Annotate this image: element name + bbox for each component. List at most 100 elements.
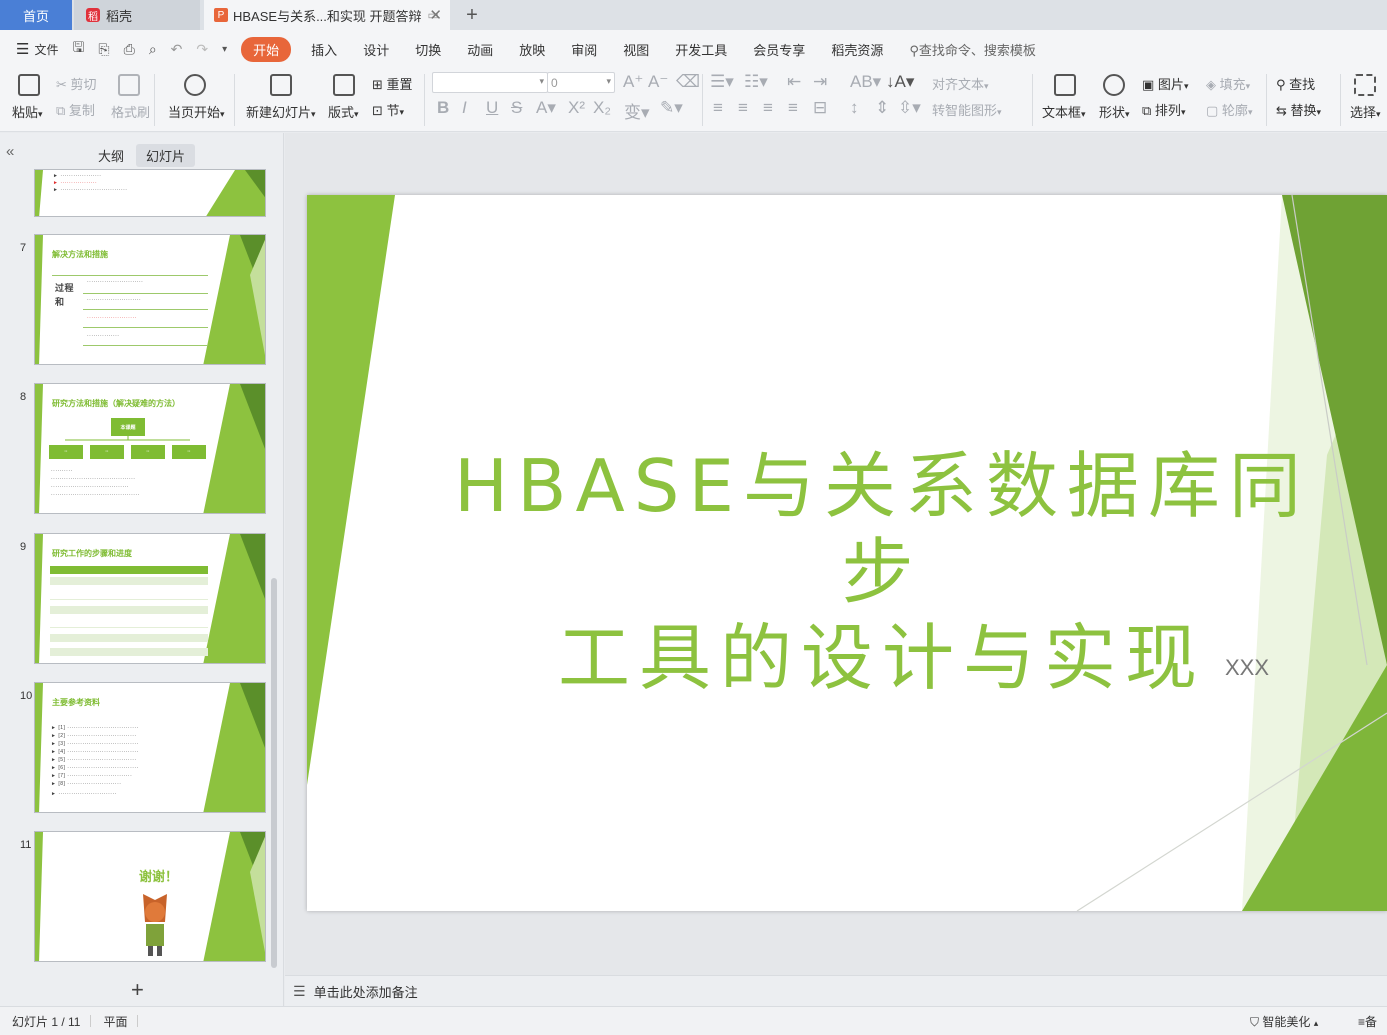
menu-member[interactable]: 会员专享 [753,40,805,59]
select-icon[interactable] [1354,74,1376,96]
slide-number: 8 [20,391,27,403]
slide-thumbnail-11[interactable]: 谢谢！ [34,831,266,962]
format-painter-button[interactable]: 格式刷 [111,102,150,121]
menu-start[interactable]: 开始 [241,36,292,62]
align-right-icon[interactable]: ≡ [763,98,773,118]
slide-title[interactable]: HBASE与关系数据库同步 工具的设计与实现 [447,443,1317,701]
menu-animation[interactable]: 动画 [467,40,493,59]
collapse-icon[interactable]: « [6,143,14,160]
new-slide-button[interactable]: 新建幻灯片▾ [246,102,316,121]
slide-thumbnail-7[interactable]: 解决方法和措施 过程 和 ·························· … [34,234,266,365]
current-slide[interactable]: HBASE与关系数据库同步 工具的设计与实现 XXX [307,195,1387,911]
font-family-select[interactable]: ▾ [432,72,548,93]
distribute-icon[interactable]: ⊟ [813,98,827,118]
align-center-icon[interactable]: ≡ [738,98,748,118]
bullet-list-icon[interactable]: ☰▾ [710,72,734,92]
italic-icon[interactable]: I [462,98,467,118]
slide-thumbnail-6[interactable]: ► ··················· ► ················… [34,169,266,217]
layout-icon[interactable] [333,74,355,96]
shape-icon[interactable] [1103,74,1125,96]
paragraph-spacing-icon[interactable]: ⇕ [875,98,889,118]
section-button[interactable]: ⊡ 节▾ [372,100,404,119]
picture-button[interactable]: ▣ 图片▾ [1142,74,1188,93]
command-search[interactable]: ⚲查找命令、搜索模板 [909,40,1036,59]
strikethrough-icon[interactable]: S [511,98,522,118]
new-tab-icon[interactable]: + [460,0,484,30]
find-button[interactable]: ⚲ 查找 [1276,74,1315,93]
menu-review[interactable]: 审阅 [571,40,597,59]
notes-bar[interactable]: ☰ 单击此处添加备注 [285,975,1387,1006]
subscript-icon[interactable]: X₂ [593,98,611,118]
close-tab-icon[interactable]: ✕ [429,6,442,24]
increase-indent-icon[interactable]: ⇥ [813,72,827,92]
menu-design[interactable]: 设计 [363,40,389,59]
tab-document[interactable]: P HBASE与关系...和实现 开题答辩 ▭ ✕ [204,0,450,30]
menu-slideshow[interactable]: 放映 [519,40,545,59]
tab-slides[interactable]: 幻灯片 [136,144,196,167]
spacing-menu-icon[interactable]: ⇳▾ [898,98,921,118]
play-icon[interactable] [184,74,206,96]
decrease-indent-icon[interactable]: ⇤ [787,72,801,92]
font-size-select[interactable]: 0 ▾ [547,72,615,93]
decrease-font-icon[interactable]: A⁻ [648,72,668,92]
arrange-button[interactable]: ⧉ 排列▾ [1142,100,1185,119]
select-button[interactable]: 选择▾ [1350,102,1381,121]
file-menu[interactable]: ☰ 文件 [16,40,58,58]
notes-toggle-button[interactable]: ≡备 [1358,1013,1377,1030]
notes-placeholder[interactable]: 单击此处添加备注 [314,982,418,1001]
menu-transition[interactable]: 切换 [415,40,441,59]
underline-icon[interactable]: U [486,98,498,118]
preview-icon[interactable]: ⌕ [149,41,157,58]
undo-icon[interactable]: ↶ [171,41,183,58]
save-icon[interactable]: 🖫 [72,37,84,61]
replace-button[interactable]: ⇆ 替换▾ [1276,100,1321,119]
slide-thumbnail-9[interactable]: 研究工作的步骤和进度 [34,533,266,664]
menu-view[interactable]: 视图 [623,40,649,59]
numbered-list-icon[interactable]: ☷▾ [744,72,768,92]
highlight-icon[interactable]: ✎▾ [660,98,683,118]
tab-home[interactable]: 首页 [0,0,72,30]
new-slide-icon[interactable] [270,74,292,96]
font-color-icon[interactable]: A▾ [536,98,556,118]
justify-icon[interactable]: ≡ [788,98,798,118]
menu-insert[interactable]: 插入 [311,40,337,59]
layout-button[interactable]: 版式▾ [328,102,359,121]
clear-format-icon[interactable]: ⌫ [676,72,700,92]
slide-thumbnail-10[interactable]: 主要参考资料 ► [1] ···························… [34,682,266,813]
slide-thumbnail-8[interactable]: 研究方法和措施（解决疑难的方法） 本课题 ·· ·· ·· ·· ·······… [34,383,266,514]
paste-icon[interactable] [18,74,40,96]
play-from-current-button[interactable]: 当页开始▾ [168,102,225,121]
menu-daoke-resources[interactable]: 稻壳资源 [831,40,883,59]
menu-developer[interactable]: 开发工具 [675,40,727,59]
qa-dropdown-icon[interactable]: ▾ [222,44,227,55]
phonetic-icon[interactable]: 变▾ [624,98,650,123]
cut-button[interactable]: ✂ 剪切 [56,74,97,93]
text-direction-icon[interactable]: AB▾ [850,72,881,92]
panel-scrollbar[interactable] [271,578,277,968]
copy-button[interactable]: ⧉ 复制 [56,100,95,119]
redo-icon[interactable]: ↷ [196,41,208,58]
bold-icon[interactable]: B [437,98,449,118]
textbox-icon[interactable] [1054,74,1076,96]
increase-font-icon[interactable]: A⁺ [623,72,643,92]
sort-icon[interactable]: ↓A▾ [886,72,914,92]
beautify-button[interactable]: ⛉ 智能美化 ▴ [1250,1013,1318,1030]
textbox-button[interactable]: 文本框▾ [1042,102,1086,121]
align-left-icon[interactable]: ≡ [713,98,723,118]
add-slide-icon[interactable]: + [131,977,144,1003]
thumb-line [52,275,208,276]
fill-button[interactable]: ◈ 填充▾ [1206,74,1250,93]
align-text-button[interactable]: 对齐文本▾ [932,74,989,93]
outline-button[interactable]: ▢ 轮廓▾ [1206,100,1252,119]
print-icon[interactable]: ⎙ [124,41,135,58]
slide-subtitle[interactable]: XXX [1225,655,1269,681]
paste-button[interactable]: 粘贴▾ [12,102,43,121]
tab-outline[interactable]: 大纲 [88,144,134,167]
export-icon[interactable]: ⎘ [98,41,109,58]
tab-daoke[interactable]: 稻稻壳 [74,0,200,30]
shape-button[interactable]: 形状▾ [1099,102,1130,121]
reset-button[interactable]: ⊞ 重置 [372,74,413,93]
superscript-icon[interactable]: X² [568,98,585,118]
line-spacing-icon[interactable]: ↕ [850,98,859,118]
smart-art-button[interactable]: 转智能图形▾ [932,100,1002,119]
